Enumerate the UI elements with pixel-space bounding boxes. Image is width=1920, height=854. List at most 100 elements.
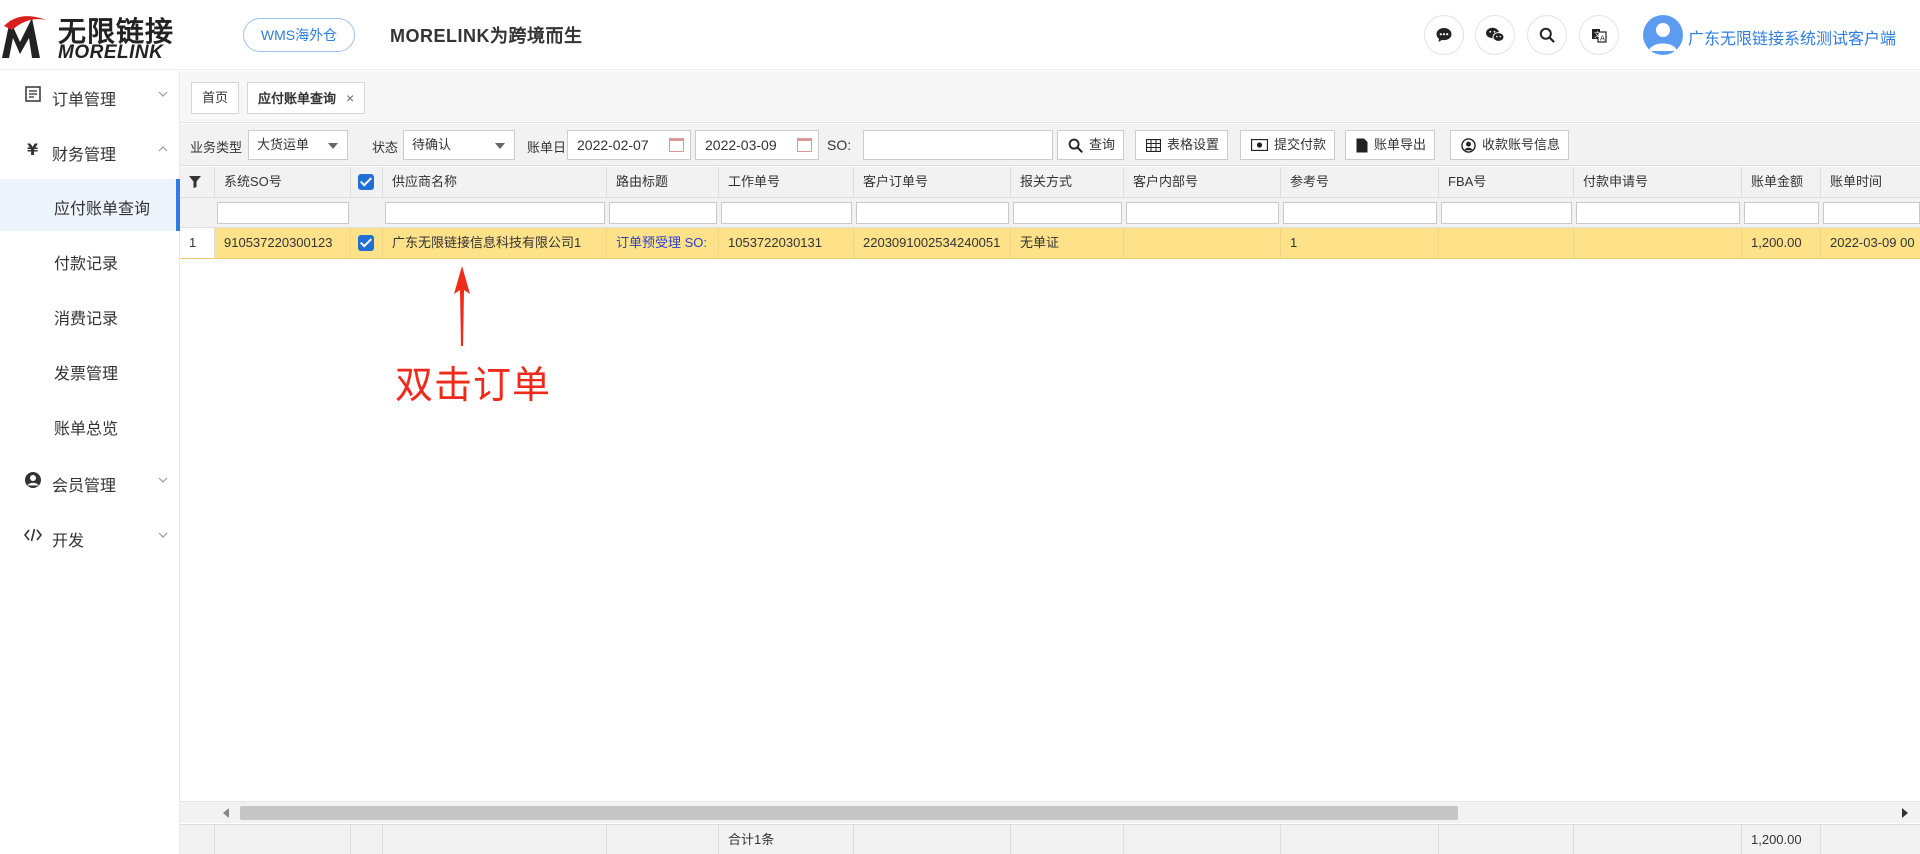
footer-cell	[1011, 825, 1124, 854]
chevron-down-icon	[158, 91, 168, 97]
cell-fba	[1439, 228, 1574, 258]
supplier-filter-input[interactable]	[385, 202, 605, 224]
close-icon[interactable]: ×	[346, 90, 354, 106]
column-header-route[interactable]: 路由标题	[607, 167, 719, 197]
cell-ref: 1	[1281, 228, 1439, 258]
sidebar-group-develop[interactable]: 开发	[0, 512, 180, 560]
sidebar-item-payment-records[interactable]: 付款记录	[0, 234, 180, 286]
wechat-icon[interactable]	[1475, 15, 1515, 55]
column-header-customs[interactable]: 报关方式	[1011, 167, 1124, 197]
business-type-label: 业务类型	[190, 140, 243, 155]
wms-overseas-button[interactable]: WMS海外仓	[243, 18, 355, 52]
column-header-customer-order[interactable]: 客户订单号	[854, 167, 1011, 197]
status-value: 待确认	[412, 137, 452, 152]
bill-time-filter-input[interactable]	[1823, 202, 1920, 224]
tab-home[interactable]: 首页	[191, 82, 240, 114]
svg-text:¥: ¥	[27, 140, 38, 158]
table-settings-label: 表格设置	[1167, 137, 1220, 152]
work-no-filter-input[interactable]	[721, 202, 852, 224]
amount-filter-input[interactable]	[1744, 202, 1819, 224]
payment-no-filter-input[interactable]	[1576, 202, 1740, 224]
search-icon	[1068, 138, 1083, 153]
scroll-thumb[interactable]	[240, 806, 1458, 820]
annotation-text: 双击订单	[395, 365, 552, 407]
column-header-internal-no[interactable]: 客户内部号	[1124, 167, 1281, 197]
tab-label: 应付账单查询	[258, 91, 337, 106]
query-button[interactable]: 查询	[1057, 130, 1125, 160]
column-header-amount[interactable]: 账单金额	[1742, 167, 1821, 197]
column-header-ref[interactable]: 参考号	[1281, 167, 1439, 197]
date-from-input[interactable]: 2022-02-07	[567, 130, 691, 160]
cell-route-link[interactable]: 订单预受理 SO:	[607, 228, 719, 258]
sidebar-group-label: 财务管理	[52, 147, 117, 164]
so-label: SO:	[827, 137, 852, 153]
table-settings-button[interactable]: 表格设置	[1135, 130, 1229, 160]
column-header-work-no[interactable]: 工作单号	[719, 167, 854, 197]
sidebar-group-members[interactable]: 会员管理	[0, 457, 180, 505]
row-select-cell[interactable]	[351, 228, 383, 258]
morelink-logo[interactable]: 无限链接 MORELINK	[0, 8, 180, 64]
row-checkbox[interactable]	[358, 235, 374, 251]
search-icon[interactable]	[1527, 15, 1567, 55]
user-circle-icon	[1461, 137, 1476, 153]
yen-icon: ¥	[27, 140, 38, 158]
user-name-link[interactable]: 广东无限链接系统测试客户端	[1688, 25, 1896, 49]
sidebar-group-orders[interactable]: 订单管理	[0, 71, 180, 119]
column-header-payment-no[interactable]: 付款申请号	[1574, 167, 1742, 197]
sidebar-item-consumption-records[interactable]: 消费记录	[0, 289, 180, 341]
user-icon	[25, 472, 41, 488]
filter-toggle-cell[interactable]	[180, 167, 215, 197]
translate-icon[interactable]: 文A	[1579, 15, 1619, 55]
footer-total-count: 合计1条	[719, 825, 854, 854]
calendar-icon[interactable]	[669, 138, 684, 152]
column-header-bill-time[interactable]: 账单时间	[1821, 167, 1920, 197]
so-filter-input[interactable]	[217, 202, 349, 224]
customs-filter-input[interactable]	[1013, 202, 1122, 224]
column-header-so[interactable]: 系统SO号	[215, 167, 351, 197]
column-header-fba[interactable]: FBA号	[1439, 167, 1574, 197]
sidebar-item-label: 付款记录	[54, 256, 119, 273]
sidebar-item-bill-overview[interactable]: 账单总览	[0, 399, 180, 451]
date-to-input[interactable]: 2022-03-09	[695, 130, 819, 160]
tab-bar: 首页 应付账单查询 ×	[180, 71, 1920, 123]
calendar-icon[interactable]	[797, 138, 812, 152]
fba-filter-input[interactable]	[1441, 202, 1572, 224]
column-header-supplier[interactable]: 供应商名称	[383, 167, 607, 197]
user-avatar[interactable]	[1643, 15, 1683, 55]
row-index: 1	[180, 228, 215, 258]
money-icon	[1251, 139, 1268, 151]
chevron-down-icon	[328, 143, 338, 149]
footer-cell	[180, 825, 215, 854]
message-icon[interactable]	[1424, 15, 1464, 55]
sidebar-group-finance[interactable]: ¥ 财务管理	[0, 126, 180, 174]
scroll-right-icon[interactable]	[1902, 808, 1908, 818]
account-info-button[interactable]: 收款账号信息	[1450, 130, 1570, 160]
footer-cell	[854, 825, 1011, 854]
select-all-cell[interactable]	[351, 167, 383, 197]
customer-order-filter-input[interactable]	[856, 202, 1009, 224]
submit-payment-label: 提交付款	[1274, 137, 1327, 152]
sidebar-group-label: 会员管理	[52, 478, 117, 495]
submit-payment-button[interactable]: 提交付款	[1240, 130, 1336, 160]
so-input[interactable]	[863, 130, 1053, 160]
internal-no-filter-input[interactable]	[1126, 202, 1279, 224]
cell-so: 910537220300123	[215, 228, 351, 258]
cell-customer-order: 2203091002534240051	[854, 228, 1011, 258]
status-select[interactable]: 待确认	[403, 130, 515, 160]
sidebar-item-payable-bill-query[interactable]: 应付账单查询	[0, 179, 180, 231]
select-all-checkbox[interactable]	[358, 174, 374, 190]
sidebar-item-invoice-management[interactable]: 发票管理	[0, 344, 180, 396]
business-type-select[interactable]: 大货运单	[248, 130, 348, 160]
footer-cell	[1574, 825, 1742, 854]
scroll-left-icon[interactable]	[223, 808, 229, 818]
bill-date-label: 账单日	[527, 140, 567, 155]
ref-filter-input[interactable]	[1283, 202, 1437, 224]
export-bill-button[interactable]: 账单导出	[1345, 130, 1436, 160]
table-row[interactable]: 1 910537220300123 广东无限链接信息科技有限公司1 订单预受理 …	[180, 228, 1920, 259]
chevron-down-icon	[158, 532, 168, 538]
tab-payable-bill-query[interactable]: 应付账单查询 ×	[247, 82, 366, 114]
code-icon	[24, 528, 42, 542]
route-filter-input[interactable]	[609, 202, 717, 224]
horizontal-scrollbar[interactable]	[180, 801, 1920, 823]
footer-cell	[1439, 825, 1574, 854]
